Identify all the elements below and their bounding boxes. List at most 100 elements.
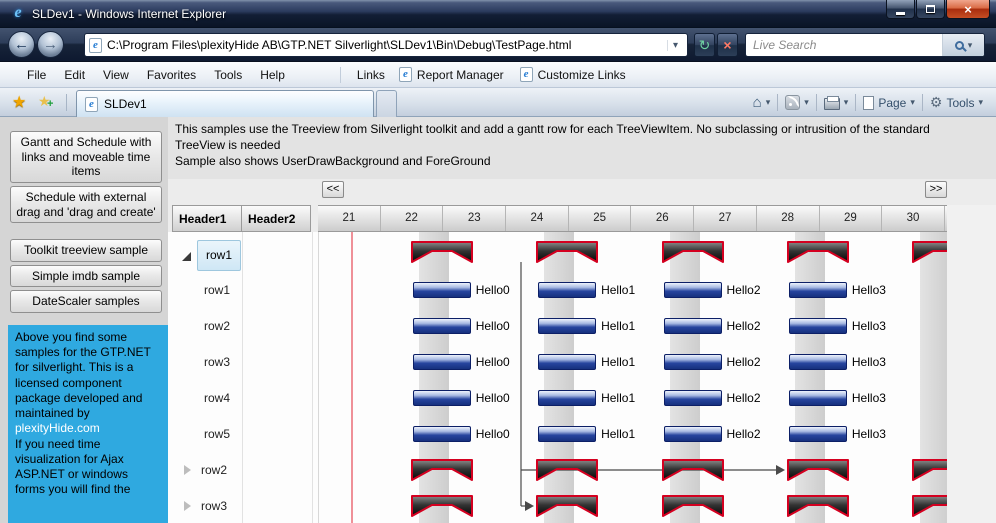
menu-favorites[interactable]: Favorites [138, 65, 205, 85]
menu-edit[interactable]: Edit [55, 65, 94, 85]
task-bar[interactable] [412, 282, 471, 298]
sample-button-datescaler[interactable]: DateScaler samples [10, 290, 162, 313]
summary-bar[interactable] [786, 458, 849, 482]
forward-button[interactable]: → [37, 31, 64, 58]
address-dropdown-icon[interactable]: ▾ [667, 39, 683, 51]
sample-button-gantt-schedule[interactable]: Gantt and Schedule with links and moveab… [10, 131, 162, 183]
sample-button-simple-imdb[interactable]: Simple imdb sample [10, 264, 162, 288]
summary-bar[interactable] [536, 458, 599, 482]
task-bar[interactable] [663, 426, 722, 442]
tree-item-child[interactable]: row4 [204, 390, 230, 406]
task-bar[interactable] [663, 282, 722, 298]
address-bar[interactable]: e C:\Program Files\plexityHide AB\GTP.NE… [84, 33, 688, 57]
tab-sldev1[interactable]: e SLDev1 [76, 90, 374, 117]
task-bar[interactable] [538, 318, 597, 334]
task-bar-label: Hello0 [475, 355, 510, 369]
maximize-button[interactable] [916, 0, 945, 19]
print-button[interactable]: ▾ [817, 95, 856, 110]
task-bar[interactable] [788, 390, 847, 406]
sample-button-external-drag[interactable]: Schedule with external drag and 'drag an… [10, 185, 162, 224]
home-button[interactable]: ⌂ ▾ [746, 94, 778, 111]
home-dropdown-icon[interactable]: ▾ [766, 97, 771, 108]
task-bar[interactable] [412, 390, 471, 406]
task-bar[interactable] [663, 390, 722, 406]
summary-bar[interactable] [410, 494, 473, 518]
back-button[interactable]: ← [8, 31, 35, 58]
search-input[interactable]: Live Search [746, 38, 942, 52]
summary-bar[interactable] [661, 494, 724, 518]
task-bar[interactable] [663, 354, 722, 370]
sidebar-info-text: Above you find some samples for the GTP.… [15, 330, 151, 421]
grid-header-2[interactable]: Header2 [241, 205, 311, 232]
grid-header-1[interactable]: Header1 [172, 205, 242, 232]
task-bar[interactable] [412, 318, 471, 334]
summary-bar[interactable] [912, 240, 947, 264]
tree-item-child[interactable]: row2 [204, 318, 230, 334]
print-dropdown-icon[interactable]: ▾ [844, 97, 849, 108]
tools-menu-button[interactable]: ⚙ Tools ▾ [923, 94, 990, 111]
title-bar[interactable]: e SLDev1 - Windows Internet Explorer × [0, 0, 996, 28]
search-button[interactable]: ▾ [942, 34, 984, 56]
tree-item-collapsed[interactable]: row2 [201, 462, 227, 478]
page-menu-button[interactable]: Page ▾ [856, 95, 922, 110]
summary-bar[interactable] [536, 240, 599, 264]
close-button[interactable]: × [946, 0, 990, 19]
scroll-right-button[interactable]: >> [925, 181, 947, 198]
search-box[interactable]: Live Search ▾ [745, 33, 985, 57]
treeview-expander-collapsed[interactable] [184, 465, 191, 475]
link-customize-links[interactable]: e Customize Links [512, 64, 634, 85]
summary-bar[interactable] [912, 494, 947, 518]
tree-item-child[interactable]: row3 [204, 354, 230, 370]
task-bar[interactable] [663, 318, 722, 334]
tree-item-child[interactable]: row5 [204, 426, 230, 442]
sample-button-toolkit-treeview[interactable]: Toolkit treeview sample [10, 239, 162, 262]
task-bar[interactable] [412, 426, 471, 442]
summary-bar[interactable] [786, 494, 849, 518]
summary-bar[interactable] [661, 240, 724, 264]
refresh-button[interactable]: ↻ [694, 33, 715, 57]
treeview-expander-expanded[interactable] [182, 252, 191, 261]
summary-bar[interactable] [661, 458, 724, 482]
minimize-button[interactable] [886, 0, 915, 19]
plexityhide-link[interactable]: plexityHide.com [15, 421, 161, 436]
summary-bar[interactable] [912, 458, 947, 482]
feeds-dropdown-icon[interactable]: ▾ [804, 97, 809, 108]
task-bar[interactable] [788, 282, 847, 298]
favorites-center-button[interactable]: ★ [12, 92, 26, 112]
task-bar[interactable] [538, 282, 597, 298]
add-favorite-button[interactable]: ★ + [38, 93, 53, 110]
treeview-expander-collapsed[interactable] [184, 501, 191, 511]
menu-help[interactable]: Help [251, 65, 294, 85]
task-bar-label: Hello3 [851, 427, 886, 441]
tree-item-root[interactable]: row1 [197, 240, 241, 271]
timescale-day: 30 [882, 206, 945, 231]
links-label[interactable]: Links [351, 65, 391, 85]
summary-bar[interactable] [786, 240, 849, 264]
task-bar-label: Hello1 [601, 283, 636, 297]
menu-tools[interactable]: Tools [205, 65, 251, 85]
task-bar[interactable] [788, 354, 847, 370]
link-report-manager[interactable]: e Report Manager [391, 64, 512, 85]
tree-item-collapsed[interactable]: row3 [201, 498, 227, 514]
task-bar[interactable] [788, 426, 847, 442]
task-bar[interactable] [538, 426, 597, 442]
scroll-left-button[interactable]: << [322, 181, 344, 198]
new-tab-button[interactable] [376, 90, 397, 117]
silverlight-app: Gantt and Schedule with links and moveab… [0, 117, 996, 523]
tree-item-child[interactable]: row1 [204, 282, 230, 298]
task-bar[interactable] [538, 354, 597, 370]
feeds-button[interactable]: ▾ [778, 95, 816, 110]
stop-button[interactable]: × [717, 33, 738, 57]
menu-view[interactable]: View [94, 65, 138, 85]
summary-bar[interactable] [536, 494, 599, 518]
summary-bar[interactable] [410, 240, 473, 264]
tree-column-line [312, 232, 313, 523]
menu-file[interactable]: File [18, 65, 55, 85]
search-dropdown-icon[interactable]: ▾ [968, 40, 973, 51]
task-bar[interactable] [538, 390, 597, 406]
timescale-day: 22 [381, 206, 444, 231]
address-text[interactable]: C:\Program Files\plexityHide AB\GTP.NET … [107, 38, 667, 52]
task-bar[interactable] [788, 318, 847, 334]
task-bar[interactable] [412, 354, 471, 370]
summary-bar[interactable] [410, 458, 473, 482]
